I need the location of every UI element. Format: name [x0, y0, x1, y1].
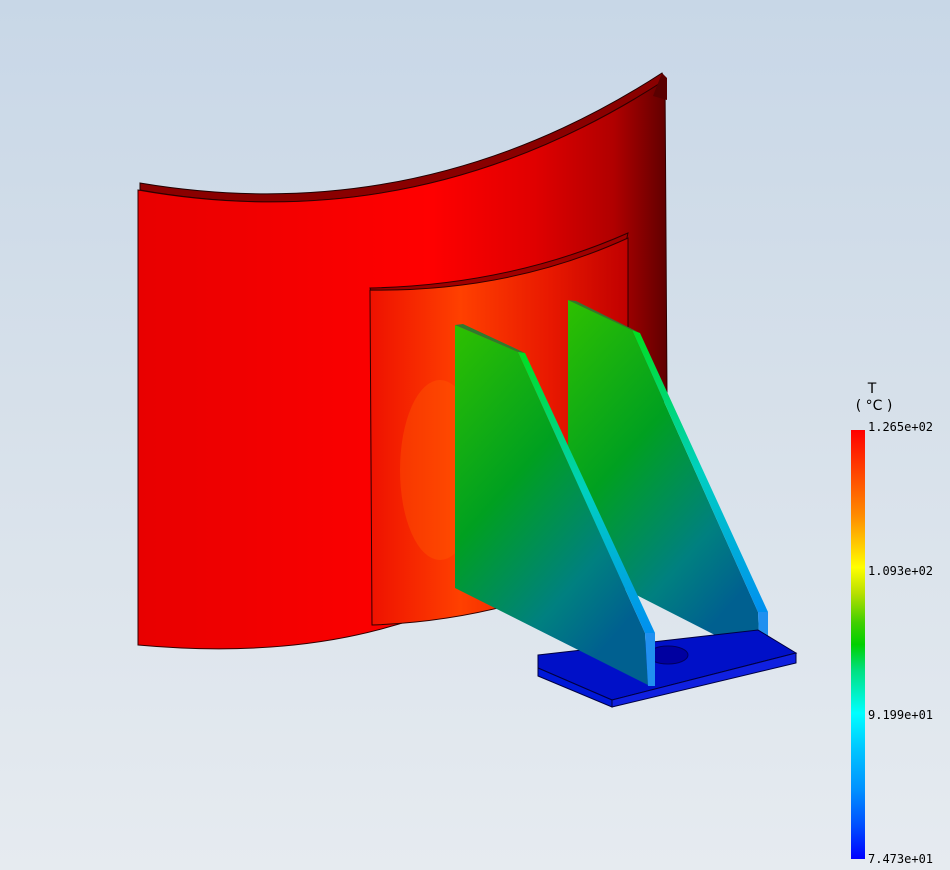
- temperature-colorbar: [851, 430, 865, 859]
- legend-label-min: 7.473e+01: [868, 852, 934, 866]
- legend-label-lower: 9.199e+01: [868, 708, 934, 722]
- legend-title: T: [867, 381, 877, 397]
- 3d-temperature-viewport[interactable]: [0, 0, 950, 870]
- legend-unit: ( °C ): [855, 398, 893, 414]
- legend-label-upper: 1.093e+02: [868, 564, 934, 578]
- legend-label-max: 1.265e+02: [868, 420, 934, 434]
